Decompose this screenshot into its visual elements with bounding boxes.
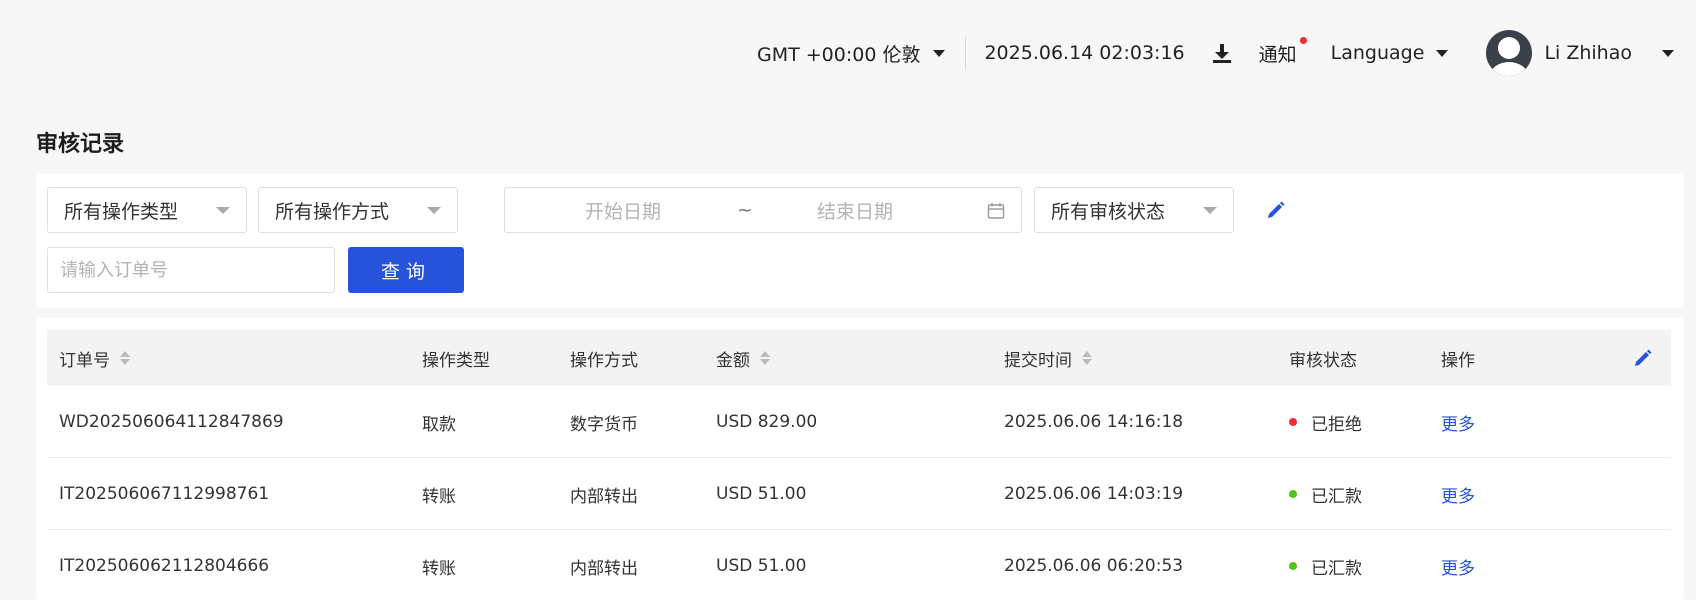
date-range-picker[interactable]: 开始日期 ~ 结束日期 xyxy=(504,187,1022,233)
language-selector[interactable]: Language xyxy=(1331,42,1449,64)
column-label: 订单号 xyxy=(59,350,110,371)
timezone-label: GMT +00:00 伦敦 xyxy=(756,43,921,66)
method-cell: 内部转出 xyxy=(570,486,638,507)
amount-cell: USD 51.00 xyxy=(716,484,807,504)
chevron-down-icon xyxy=(216,207,230,214)
operation-type-select[interactable]: 所有操作类型 xyxy=(47,187,247,233)
method-cell: 内部转出 xyxy=(570,558,638,579)
order-no-cell: IT202506062112804666 xyxy=(59,556,270,576)
amount-cell: USD 829.00 xyxy=(716,412,818,432)
order-no-cell: IT202506067112998761 xyxy=(59,484,270,504)
chevron-down-icon xyxy=(427,207,441,214)
user-name: Li Zhihao xyxy=(1544,42,1632,64)
status-label: 已汇款 xyxy=(1311,558,1362,579)
status-cell: 已拒绝 xyxy=(1289,386,1362,458)
more-link-label[interactable]: 更多 xyxy=(1441,410,1475,435)
chevron-down-icon xyxy=(1436,49,1449,57)
column-header-action: 操作 xyxy=(1441,330,1475,386)
order-number-input[interactable] xyxy=(47,247,335,293)
more-link[interactable]: 更多 xyxy=(1441,530,1475,600)
table-row: WD202506064112847869 取款 数字货币 USD 829.00 … xyxy=(47,386,1671,458)
table-row: IT202506067112998761 转账 内部转出 USD 51.00 2… xyxy=(47,458,1671,530)
table-row: IT202506062112804666 转账 内部转出 USD 51.00 2… xyxy=(47,530,1671,600)
status-label: 已拒绝 xyxy=(1311,414,1362,435)
column-label: 操作方式 xyxy=(570,350,638,371)
status-dot xyxy=(1289,562,1297,570)
page-title: 审核记录 xyxy=(36,132,125,157)
column-header-status: 审核状态 xyxy=(1289,330,1357,386)
edit-columns-icon[interactable] xyxy=(1633,348,1653,368)
column-header-time[interactable]: 提交时间 xyxy=(1004,330,1092,386)
language-label: Language xyxy=(1330,42,1425,64)
type-cell: 转账 xyxy=(422,486,456,507)
status-cell: 已汇款 xyxy=(1289,458,1362,530)
audit-records-table: 订单号 操作类型 操作方式 金额 提交时间 审核状态 操作 WD20250606… xyxy=(36,318,1684,600)
sort-icon[interactable] xyxy=(120,351,130,365)
notification-button[interactable]: 通知 xyxy=(1258,36,1307,67)
method-cell: 数字货币 xyxy=(570,414,638,435)
more-link[interactable]: 更多 xyxy=(1441,386,1475,458)
notification-label: 通知 xyxy=(1258,43,1297,66)
column-label: 操作类型 xyxy=(422,350,490,371)
query-button[interactable]: 查询 xyxy=(348,247,464,293)
time-cell: 2025.06.06 14:16:18 xyxy=(1004,412,1184,432)
notification-badge xyxy=(1299,36,1307,44)
column-label: 审核状态 xyxy=(1289,350,1357,371)
date-separator: ~ xyxy=(737,199,753,221)
sort-icon[interactable] xyxy=(1082,351,1092,365)
header-divider xyxy=(965,36,967,70)
edit-filters-icon[interactable] xyxy=(1266,200,1286,220)
type-cell: 取款 xyxy=(422,414,456,435)
calendar-icon xyxy=(987,203,1005,219)
avatar xyxy=(1486,30,1533,76)
order-no-cell: WD202506064112847869 xyxy=(59,412,284,432)
column-header-order-no[interactable]: 订单号 xyxy=(59,330,130,386)
column-label: 操作 xyxy=(1441,350,1475,371)
end-date-input[interactable]: 结束日期 xyxy=(817,197,893,224)
chevron-down-icon xyxy=(1662,49,1674,57)
timezone-selector[interactable]: GMT +00:00 伦敦 xyxy=(756,40,946,67)
column-header-type: 操作类型 xyxy=(422,330,490,386)
chevron-down-icon xyxy=(933,49,946,57)
user-menu[interactable]: Li Zhihao xyxy=(1486,30,1674,76)
current-datetime: 2025.06.14 02:03:16 xyxy=(984,42,1185,64)
status-dot xyxy=(1289,490,1297,498)
status-cell: 已汇款 xyxy=(1289,530,1362,600)
start-date-input[interactable]: 开始日期 xyxy=(585,197,661,224)
more-link-label[interactable]: 更多 xyxy=(1441,554,1475,579)
time-cell: 2025.06.06 14:03:19 xyxy=(1004,484,1184,504)
status-dot xyxy=(1289,418,1297,426)
user-avatar-icon xyxy=(1490,37,1529,76)
type-cell: 转账 xyxy=(422,558,456,579)
column-label: 金额 xyxy=(716,350,750,371)
download-icon[interactable] xyxy=(1211,42,1233,64)
audit-status-select[interactable]: 所有审核状态 xyxy=(1034,187,1234,233)
operation-method-select[interactable]: 所有操作方式 xyxy=(258,187,458,233)
top-header: GMT +00:00 伦敦 2025.06.14 02:03:16 通知 Lan… xyxy=(0,0,1696,106)
table-header: 订单号 操作类型 操作方式 金额 提交时间 审核状态 操作 xyxy=(47,330,1671,386)
status-label: 已汇款 xyxy=(1311,486,1362,507)
more-link[interactable]: 更多 xyxy=(1441,458,1475,530)
more-link-label[interactable]: 更多 xyxy=(1441,482,1475,507)
time-cell: 2025.06.06 06:20:53 xyxy=(1004,556,1184,576)
column-header-method: 操作方式 xyxy=(570,330,638,386)
filter-panel: 所有操作类型 所有操作方式 开始日期 ~ 结束日期 所有审核状态 查询 xyxy=(36,174,1684,308)
operation-type-value: 所有操作类型 xyxy=(64,200,179,223)
operation-method-value: 所有操作方式 xyxy=(275,200,390,223)
chevron-down-icon xyxy=(1203,207,1217,214)
column-header-amount[interactable]: 金额 xyxy=(716,330,770,386)
sort-icon[interactable] xyxy=(760,351,770,365)
amount-cell: USD 51.00 xyxy=(716,556,807,576)
column-label: 提交时间 xyxy=(1004,350,1072,371)
audit-status-value: 所有审核状态 xyxy=(1051,200,1166,223)
